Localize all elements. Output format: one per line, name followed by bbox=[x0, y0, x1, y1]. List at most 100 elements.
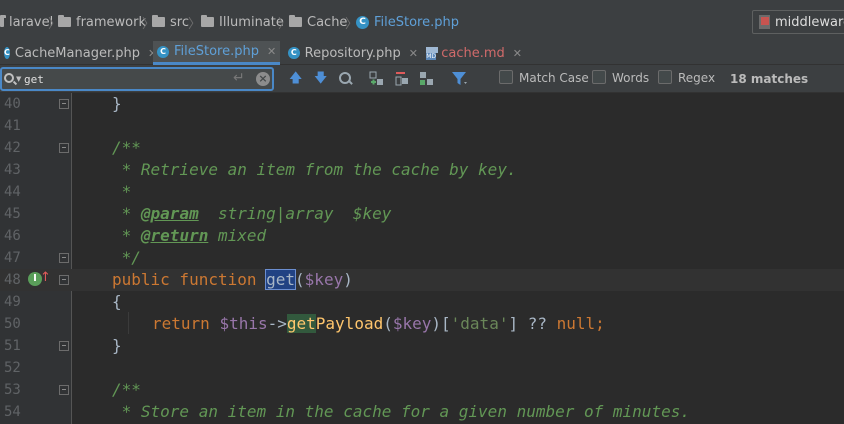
editor-tab-bar: C CacheManager.php ✕ C FileStore.php ✕ C… bbox=[0, 41, 844, 65]
doc-comment-line: * @return mixed bbox=[112, 225, 267, 247]
add-selection-icon[interactable] bbox=[369, 71, 385, 87]
code-line[interactable]: 49 { bbox=[0, 291, 844, 313]
code-line[interactable]: 42 /** bbox=[0, 137, 844, 159]
doc-comment: string|array $key bbox=[198, 204, 392, 223]
next-occurrence-icon[interactable]: 🡇 bbox=[314, 71, 327, 87]
close-icon[interactable]: ✕ bbox=[267, 45, 276, 58]
run-configuration-selector[interactable]: middleware bbox=[752, 10, 844, 34]
tab-cache-md[interactable]: MD cache.md ✕ bbox=[422, 41, 522, 65]
code-text: } bbox=[112, 336, 122, 355]
line-number: 43 bbox=[4, 162, 21, 178]
code-line[interactable]: 53 /** bbox=[0, 379, 844, 401]
class-icon: C bbox=[356, 15, 369, 29]
punctuation: ( bbox=[295, 270, 305, 289]
line-number: 47 bbox=[4, 250, 21, 266]
code-line[interactable]: 45 * @param string|array $key bbox=[0, 203, 844, 225]
match-case-label[interactable]: Match Case bbox=[519, 71, 589, 85]
code-line-current[interactable]: 48 I ↑ public function get($key) bbox=[0, 269, 844, 291]
clear-search-icon[interactable]: × bbox=[256, 72, 270, 86]
breadcrumb-label: framework bbox=[76, 14, 147, 30]
tab-filestore[interactable]: C FileStore.php ✕ bbox=[153, 41, 280, 65]
fold-marker-icon[interactable] bbox=[59, 341, 69, 351]
line-number: 46 bbox=[4, 228, 21, 244]
keyword: return bbox=[152, 314, 220, 333]
return-statement: return $this->getPayload($key)['data'] ?… bbox=[152, 313, 605, 335]
method-call: Payload bbox=[315, 314, 384, 333]
prev-occurrence-icon[interactable]: 🡅 bbox=[289, 71, 302, 87]
line-number: 53 bbox=[4, 382, 21, 398]
select-all-icon[interactable] bbox=[419, 71, 435, 87]
line-number: 40 bbox=[4, 96, 21, 112]
newline-icon[interactable]: ↵ bbox=[233, 70, 245, 86]
fold-marker-icon[interactable] bbox=[59, 99, 69, 109]
folder-icon bbox=[289, 15, 302, 27]
breadcrumb-src[interactable]: src bbox=[152, 12, 189, 32]
search-match-current: get bbox=[265, 269, 297, 290]
doc-comment: /** bbox=[112, 138, 141, 157]
breadcrumb-framework[interactable]: framework bbox=[58, 12, 146, 32]
code-line[interactable]: 52 bbox=[0, 357, 844, 379]
line-number: 41 bbox=[4, 118, 21, 134]
keyword: public function bbox=[112, 270, 267, 289]
regex-label[interactable]: Regex bbox=[678, 71, 715, 85]
doc-comment: * bbox=[112, 226, 141, 245]
breadcrumb-laravel[interactable]: laravel bbox=[0, 12, 53, 32]
match-case-checkbox[interactable] bbox=[499, 70, 513, 84]
class-icon: C bbox=[4, 47, 10, 59]
close-icon[interactable]: ✕ bbox=[409, 47, 418, 60]
punctuation: ) bbox=[343, 270, 353, 289]
method-signature: public function get($key) bbox=[112, 269, 353, 291]
code-line[interactable]: 43 * Retrieve an item from the cache by … bbox=[0, 159, 844, 181]
code-line[interactable]: 50 return $this->getPayload($key)['data'… bbox=[0, 313, 844, 335]
breadcrumb-cache[interactable]: Cache bbox=[289, 12, 347, 32]
punctuation: ( bbox=[383, 314, 393, 333]
code-line[interactable]: 41 bbox=[0, 115, 844, 137]
folder-icon bbox=[152, 15, 165, 27]
doc-comment: * bbox=[112, 182, 132, 201]
punctuation: ] ?? bbox=[508, 314, 557, 333]
search-icon[interactable] bbox=[4, 73, 14, 83]
search-field[interactable]: ▼ ↵ × bbox=[0, 67, 274, 91]
run-config-icon bbox=[759, 15, 770, 29]
code-line[interactable]: 47 */ bbox=[0, 247, 844, 269]
tab-repository[interactable]: C Repository.php ✕ bbox=[284, 41, 418, 65]
breadcrumb-filestore[interactable]: C FileStore.php bbox=[356, 12, 459, 32]
class-icon: C bbox=[157, 45, 169, 58]
close-icon[interactable]: ✕ bbox=[513, 47, 522, 60]
breadcrumb-illuminate[interactable]: Illuminate bbox=[201, 12, 284, 32]
code-line[interactable]: 54 * Store an item in the cache for a gi… bbox=[0, 401, 844, 423]
words-label[interactable]: Words bbox=[612, 71, 649, 85]
code-line[interactable]: 44 * bbox=[0, 181, 844, 203]
class-icon: C bbox=[288, 47, 300, 59]
tab-cachemanager[interactable]: C CacheManager.php ✕ bbox=[0, 41, 157, 65]
tab-label: FileStore.php bbox=[174, 44, 259, 59]
doc-comment: * Retrieve an item from the cache by key… bbox=[112, 160, 517, 179]
words-checkbox[interactable] bbox=[592, 70, 606, 84]
find-all-icon[interactable] bbox=[338, 71, 354, 87]
tab-label: Repository.php bbox=[304, 45, 401, 61]
filter-icon[interactable] bbox=[451, 71, 467, 87]
folder-icon bbox=[0, 15, 6, 27]
code-line[interactable]: 51 } bbox=[0, 335, 844, 357]
regex-checkbox[interactable] bbox=[658, 70, 672, 84]
variable: $key bbox=[304, 270, 344, 289]
override-arrow-icon[interactable]: ↑ bbox=[40, 270, 51, 286]
search-history-dropdown-icon[interactable]: ▼ bbox=[16, 75, 21, 83]
variable: $this bbox=[219, 314, 268, 333]
line-number: 48 bbox=[4, 272, 21, 288]
tab-label: cache.md bbox=[441, 45, 505, 61]
code-line[interactable]: 40 } bbox=[0, 93, 844, 115]
fold-marker-icon[interactable] bbox=[59, 143, 69, 153]
doc-tag: @return bbox=[140, 226, 209, 245]
fold-marker-icon[interactable] bbox=[59, 275, 69, 285]
doc-comment: * bbox=[112, 204, 141, 223]
folder-icon bbox=[201, 15, 214, 27]
remove-selection-icon[interactable] bbox=[394, 71, 410, 87]
fold-marker-icon[interactable] bbox=[59, 385, 69, 395]
line-number: 50 bbox=[4, 316, 21, 332]
search-input[interactable] bbox=[24, 70, 224, 88]
doc-comment: /** bbox=[112, 380, 141, 399]
tab-label: CacheManager.php bbox=[14, 45, 140, 61]
fold-marker-icon[interactable] bbox=[59, 253, 69, 263]
code-line[interactable]: 46 * @return mixed bbox=[0, 225, 844, 247]
